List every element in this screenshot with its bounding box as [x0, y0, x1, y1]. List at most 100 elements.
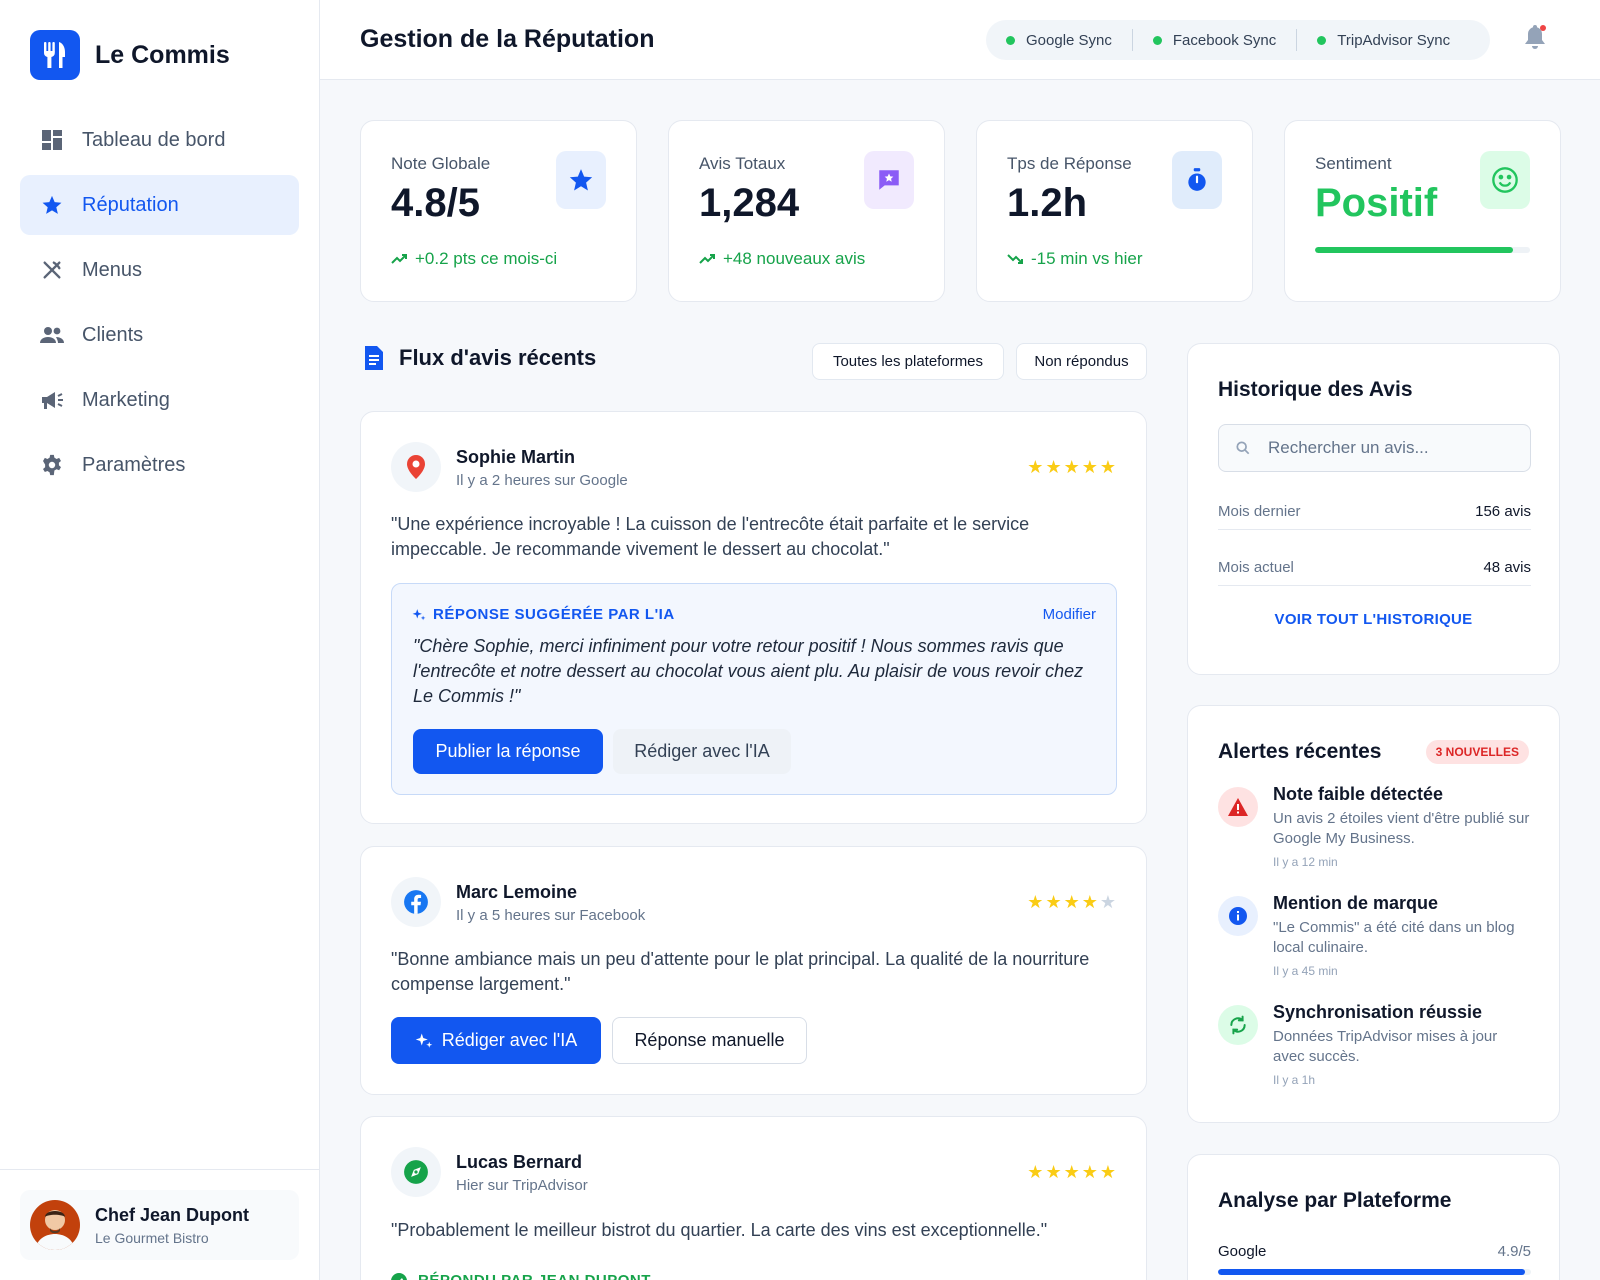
- reviewer-name: Sophie Martin: [456, 447, 576, 467]
- star-icon: ★: [1081, 892, 1098, 912]
- trending-up-icon: [699, 254, 715, 264]
- alert-time: Il y a 45 min: [1273, 964, 1338, 978]
- sync-tripadvisor[interactable]: TripAdvisor Sync: [1317, 32, 1450, 49]
- stat-card-sentiment: Sentiment Positif: [1284, 120, 1561, 302]
- rating-stars: ★ ★ ★ ★ ★: [1025, 1163, 1116, 1181]
- replied-status: RÉPONDU PAR JEAN DUPONT: [391, 1272, 651, 1280]
- alerts-panel: Alertes récentes 3 NOUVELLES Note faible…: [1187, 705, 1560, 1123]
- star-icon: ★: [1027, 892, 1044, 912]
- star-icon: ★: [1045, 892, 1062, 912]
- tripadvisor-compass-icon: [391, 1147, 441, 1197]
- reviewer-name: Lucas Bernard: [456, 1152, 583, 1172]
- sync-status-bar: Google Sync Facebook Sync TripAdvisor Sy…: [986, 20, 1490, 60]
- review-text: "Bonne ambiance mais un peu d'attente po…: [391, 949, 1090, 994]
- stat-value: Positif: [1315, 181, 1438, 225]
- utensils-logo-icon: [30, 30, 80, 80]
- facebook-icon: [391, 877, 441, 927]
- history-row: Mois actuel 48 avis: [1218, 550, 1531, 586]
- review-text: "Une expérience incroyable ! La cuisson …: [391, 514, 1030, 559]
- feed-title: Flux d'avis récents: [362, 345, 596, 371]
- stat-label: Avis Totaux: [699, 154, 786, 173]
- star-icon: ★: [1045, 1162, 1062, 1182]
- star-icon: ★: [1099, 1162, 1116, 1182]
- status-dot: [1006, 35, 1015, 45]
- sidebar-item-label: Tableau de bord: [82, 128, 226, 151]
- sidebar: Le Commis Tableau de bord Réputation Men…: [0, 0, 320, 1280]
- star-icon: ★: [1027, 1162, 1044, 1182]
- star-icon: ★: [1099, 457, 1116, 477]
- star-icon: ★: [1081, 1162, 1098, 1182]
- sidebar-nav: Tableau de bord Réputation Menus Clients…: [20, 110, 299, 500]
- sync-google[interactable]: Google Sync: [1006, 32, 1112, 49]
- alert-text: Données TripAdvisor mises à jour avec su…: [1273, 1028, 1498, 1065]
- trending-down-icon: [1007, 254, 1023, 264]
- manual-reply-button[interactable]: Réponse manuelle: [612, 1017, 807, 1064]
- new-alerts-badge: 3 NOUVELLES: [1425, 740, 1529, 764]
- filter-unanswered[interactable]: Non répondus: [1016, 343, 1147, 380]
- divider: [0, 1169, 320, 1170]
- platform-bar-fill: [1218, 1269, 1525, 1275]
- status-dot: [1317, 35, 1327, 45]
- history-panel: Historique des Avis Mois dernier156 avis…: [1187, 343, 1560, 675]
- review-search[interactable]: [1218, 424, 1531, 472]
- sidebar-item-label: Paramètres: [82, 453, 186, 476]
- star-icon: ★: [1063, 457, 1080, 477]
- profile-name: Chef Jean Dupont: [95, 1204, 250, 1225]
- stat-value: 4.8/5: [391, 181, 480, 225]
- sentiment-bar-fill: [1315, 247, 1513, 253]
- sidebar-item-marketing[interactable]: Marketing: [20, 370, 299, 430]
- review-card: Lucas Bernard Hier sur TripAdvisor ★ ★ ★ ★ ★…: [360, 1116, 1147, 1280]
- review-meta: Il y a 5 heures sur Facebook: [456, 907, 646, 924]
- review-meta: Il y a 2 heures sur Google: [456, 472, 628, 489]
- review-text: "Probablement le meilleur bistrot du qua…: [391, 1220, 1048, 1240]
- sidebar-item-clients[interactable]: Clients: [20, 305, 299, 365]
- stat-card-rating: Note Globale 4.8/5 +0.2 pts ce mois-ci: [360, 120, 637, 302]
- gear-icon: [40, 453, 64, 477]
- sidebar-item-settings[interactable]: Paramètres: [20, 435, 299, 495]
- sync-label: Facebook Sync: [1172, 31, 1277, 49]
- platform-analysis-panel: Analyse par Plateforme Google 4.9/5: [1187, 1154, 1560, 1280]
- utensils-icon: [40, 258, 64, 282]
- review-meta: Hier sur TripAdvisor: [456, 1177, 588, 1194]
- brand[interactable]: Le Commis: [30, 30, 230, 80]
- sidebar-item-menus[interactable]: Menus: [20, 240, 299, 300]
- sidebar-item-label: Réputation: [82, 193, 179, 216]
- star-icon: ★: [1063, 892, 1080, 912]
- user-profile[interactable]: Chef Jean Dupont Le Gourmet Bistro: [20, 1190, 299, 1260]
- write-with-ai-button[interactable]: Rédiger avec l'IA: [391, 1017, 601, 1064]
- alert-time: Il y a 12 min: [1273, 855, 1338, 869]
- sync-facebook[interactable]: Facebook Sync: [1152, 31, 1277, 49]
- rating-stars: ★ ★ ★ ★ ★: [1025, 893, 1116, 911]
- info-icon: [1218, 896, 1258, 936]
- review-chat-icon: [864, 151, 914, 209]
- star-icon: ★: [1063, 1162, 1080, 1182]
- alert-title: Note faible détectée: [1273, 784, 1444, 804]
- review-card: Marc Lemoine Il y a 5 heures sur Faceboo…: [360, 846, 1147, 1095]
- stat-trend: -15 min vs hier: [1007, 249, 1142, 269]
- publish-reply-button[interactable]: Publier la réponse: [413, 729, 603, 774]
- rewrite-with-ai-button[interactable]: Rédiger avec l'IA: [613, 729, 791, 774]
- panel-title: Analyse par Plateforme: [1218, 1189, 1452, 1212]
- dashboard-icon: [40, 128, 64, 152]
- sync-label: TripAdvisor Sync: [1337, 31, 1451, 49]
- view-all-history-link[interactable]: VOIR TOUT L'HISTORIQUE: [1188, 611, 1559, 628]
- sparkles-icon: [412, 608, 426, 620]
- sidebar-item-dashboard[interactable]: Tableau de bord: [20, 110, 299, 170]
- ai-suggestion-label: RÉPONSE SUGGÉRÉE PAR L'IA: [412, 606, 675, 623]
- sidebar-item-label: Marketing: [82, 388, 170, 411]
- search-input[interactable]: [1268, 438, 1498, 458]
- avatar: [30, 1200, 80, 1250]
- reviewer-name: Marc Lemoine: [456, 882, 578, 902]
- sync-label: Google Sync: [1026, 31, 1112, 49]
- star-icon: ★: [1081, 457, 1098, 477]
- stat-value: 1.2h: [1007, 181, 1088, 225]
- search-icon: [1236, 441, 1250, 455]
- stat-label: Sentiment: [1315, 154, 1392, 173]
- history-row: Mois dernier 156 avis: [1218, 494, 1531, 530]
- edit-suggestion-link[interactable]: Modifier: [1043, 606, 1096, 623]
- bell-icon[interactable]: [1522, 24, 1548, 52]
- page-title: Gestion de la Réputation: [360, 25, 655, 53]
- sidebar-item-reputation[interactable]: Réputation: [20, 175, 299, 235]
- filter-all-platforms[interactable]: Toutes les plateformes: [812, 343, 1004, 380]
- divider: [1296, 29, 1298, 51]
